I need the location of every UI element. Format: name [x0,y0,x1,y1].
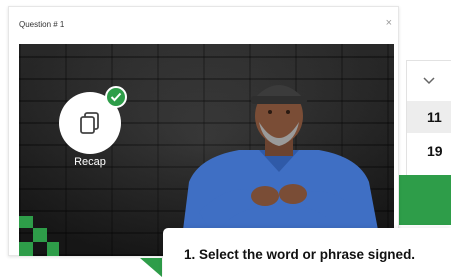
decorative-green-block [398,175,451,225]
check-icon [105,86,127,108]
decorative-green-blocks [19,216,59,256]
decorative-green-triangle [140,258,162,277]
question-modal: Question # 1 × Recap [8,6,399,256]
page-root: 11 19 20 Question # 1 × Recap [0,0,451,277]
signer-figure [179,85,383,256]
recap-label: Recap [74,156,106,168]
chevron-down-icon[interactable] [417,73,441,89]
question-text: 1. Select the word or phrase signed. [184,247,416,262]
modal-title: Question # 1 [19,20,65,29]
video-player[interactable]: Recap [19,44,394,256]
question-card: 1. Select the word or phrase signed. [163,228,451,277]
number-list-item-selected[interactable]: 11 [407,101,451,133]
close-icon[interactable]: × [386,17,392,29]
number-list-item[interactable]: 19 [407,135,451,167]
copy-icon [80,112,99,134]
